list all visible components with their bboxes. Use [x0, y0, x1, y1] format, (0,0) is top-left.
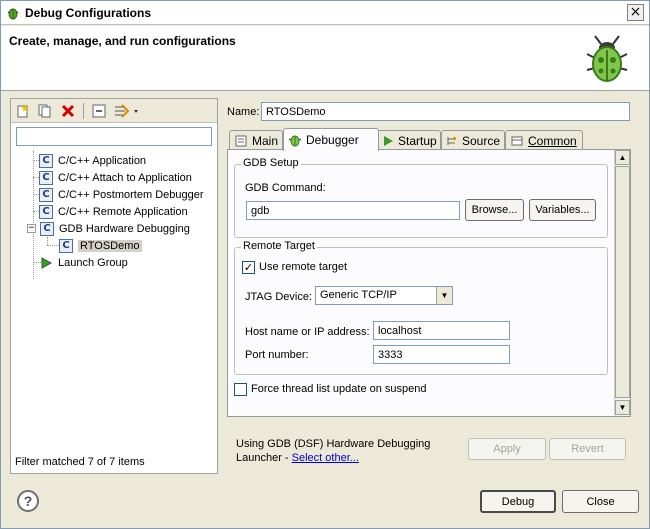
window-title: Debug Configurations	[25, 6, 151, 20]
debug-bug-icon	[7, 8, 19, 20]
collapse-all-icon	[92, 104, 106, 118]
tab-startup[interactable]: Startup	[377, 130, 441, 150]
new-configuration-button[interactable]	[15, 103, 31, 119]
filter-status-text: Filter matched 7 of 7 items	[15, 456, 145, 468]
scroll-up-icon[interactable]: ▲	[615, 150, 630, 165]
debug-configurations-window: Debug Configurations × Create, manage, a…	[0, 0, 650, 529]
main-tab-icon	[234, 134, 248, 148]
tree-item-label: Launch Group	[58, 256, 128, 269]
scroll-thumb[interactable]	[615, 166, 630, 398]
tab-source[interactable]: Source	[441, 130, 505, 150]
configuration-toolbar	[11, 99, 217, 123]
filter-menu-button[interactable]	[113, 103, 141, 119]
tree-item-gdb-hardware[interactable]: − C GDB Hardware Debugging	[27, 220, 190, 237]
gdb-command-input[interactable]	[246, 201, 460, 220]
launcher-info: Using GDB (DSF) Hardware Debugging Launc…	[236, 437, 446, 465]
common-icon	[510, 134, 524, 148]
tree-item-label: C/C++ Postmortem Debugger	[58, 188, 204, 201]
c-config-icon: C	[39, 187, 53, 202]
window-close-button[interactable]: ×	[627, 4, 644, 21]
c-config-icon: C	[59, 238, 73, 253]
tree-item-label: C/C++ Remote Application	[58, 205, 188, 218]
select-other-launcher-link[interactable]: Select other...	[292, 452, 359, 464]
delete-x-icon	[61, 104, 75, 118]
tree-item-label: GDB Hardware Debugging	[59, 222, 190, 235]
revert-button[interactable]: Revert	[549, 438, 626, 460]
browse-button[interactable]: Browse...	[465, 199, 524, 221]
copy-icon	[38, 104, 51, 118]
tab-label: Startup	[398, 133, 437, 148]
c-config-icon: C	[39, 204, 53, 219]
help-icon[interactable]: ?	[17, 490, 39, 512]
gdb-setup-title: GDB Setup	[241, 157, 301, 169]
new-document-icon	[17, 104, 29, 118]
jtag-device-label: JTAG Device:	[245, 291, 313, 303]
collapse-all-button[interactable]	[91, 103, 107, 119]
tree-item-launch-group[interactable]: Launch Group	[39, 254, 128, 271]
configuration-name-input[interactable]	[261, 102, 630, 121]
tree-item-c-application[interactable]: C C/C++ Application	[39, 152, 146, 169]
filter-icon	[115, 104, 138, 118]
debug-button[interactable]: Debug	[480, 490, 556, 513]
port-number-label: Port number:	[245, 349, 309, 361]
jtag-device-select[interactable]: Generic TCP/IP ▼	[315, 286, 453, 305]
tab-label: Source	[462, 133, 501, 148]
force-thread-update-checkbox[interactable]	[234, 383, 247, 396]
toolbar-separator	[83, 103, 84, 119]
configuration-list-panel: C C/C++ Application C C/C++ Attach to Ap…	[10, 98, 218, 474]
tree-guide-line	[33, 151, 34, 279]
name-label: Name:	[227, 106, 260, 118]
debugger-bug-icon	[288, 133, 302, 147]
remote-target-title: Remote Target	[241, 240, 317, 252]
c-config-icon: C	[39, 170, 53, 185]
startup-arrow-icon	[382, 134, 394, 148]
scroll-down-icon[interactable]: ▼	[615, 400, 630, 415]
variables-button[interactable]: Variables...	[529, 199, 596, 221]
force-thread-update-label: Force thread list update on suspend	[251, 383, 427, 395]
delete-configuration-button[interactable]	[60, 103, 76, 119]
tree-guide-line	[47, 245, 59, 246]
filter-input[interactable]	[16, 127, 212, 146]
debugger-tab-content: GDB Setup GDB Command: Browse... Variabl…	[227, 149, 631, 417]
tab-label: Common	[528, 133, 577, 148]
debug-bug-icon	[586, 35, 628, 82]
apply-button[interactable]: Apply	[468, 438, 546, 460]
tree-item-c-attach[interactable]: C C/C++ Attach to Application	[39, 169, 192, 186]
tab-label: Debugger	[306, 133, 359, 147]
banner-title: Create, manage, and run configurations	[9, 34, 236, 48]
host-name-input[interactable]	[373, 321, 510, 340]
tab-debugger[interactable]: Debugger	[283, 128, 379, 151]
c-config-icon: C	[39, 153, 53, 168]
use-remote-target-label: Use remote target	[259, 261, 348, 273]
tree-item-c-remote[interactable]: C C/C++ Remote Application	[39, 203, 188, 220]
vertical-scrollbar[interactable]: ▲ ▼	[614, 150, 630, 416]
close-button[interactable]: Close	[562, 490, 639, 513]
source-icon	[446, 134, 458, 148]
gdb-command-label: GDB Command:	[245, 182, 326, 194]
tree-item-label: RTOSDemo	[78, 239, 142, 252]
use-remote-target-checkbox[interactable]: ✓	[242, 261, 255, 274]
tab-label: Main	[251, 133, 278, 148]
tree-item-rtosdemo[interactable]: C RTOSDemo	[59, 237, 142, 254]
collapse-expander-icon[interactable]: −	[27, 224, 36, 233]
title-bar: Debug Configurations ×	[1, 1, 649, 25]
header-banner: Create, manage, and run configurations	[1, 26, 649, 91]
tree-guide-line	[47, 237, 48, 245]
launch-arrow-icon	[41, 256, 53, 269]
jtag-device-value: Generic TCP/IP	[320, 289, 397, 301]
tree-item-label: C/C++ Application	[58, 154, 147, 167]
c-config-icon: C	[40, 221, 54, 236]
tab-main[interactable]: Main	[229, 130, 283, 150]
tab-common[interactable]: Common	[505, 130, 583, 150]
port-number-input[interactable]	[373, 345, 510, 364]
tree-item-label: C/C++ Attach to Application	[58, 171, 192, 184]
dropdown-arrow-icon: ▼	[436, 287, 452, 304]
tree-item-c-postmortem[interactable]: C C/C++ Postmortem Debugger	[39, 186, 204, 203]
configuration-tabs: Main Debugger Startup Source Common	[227, 128, 631, 151]
host-name-label: Host name or IP address:	[245, 326, 370, 338]
duplicate-configuration-button[interactable]	[37, 103, 53, 119]
